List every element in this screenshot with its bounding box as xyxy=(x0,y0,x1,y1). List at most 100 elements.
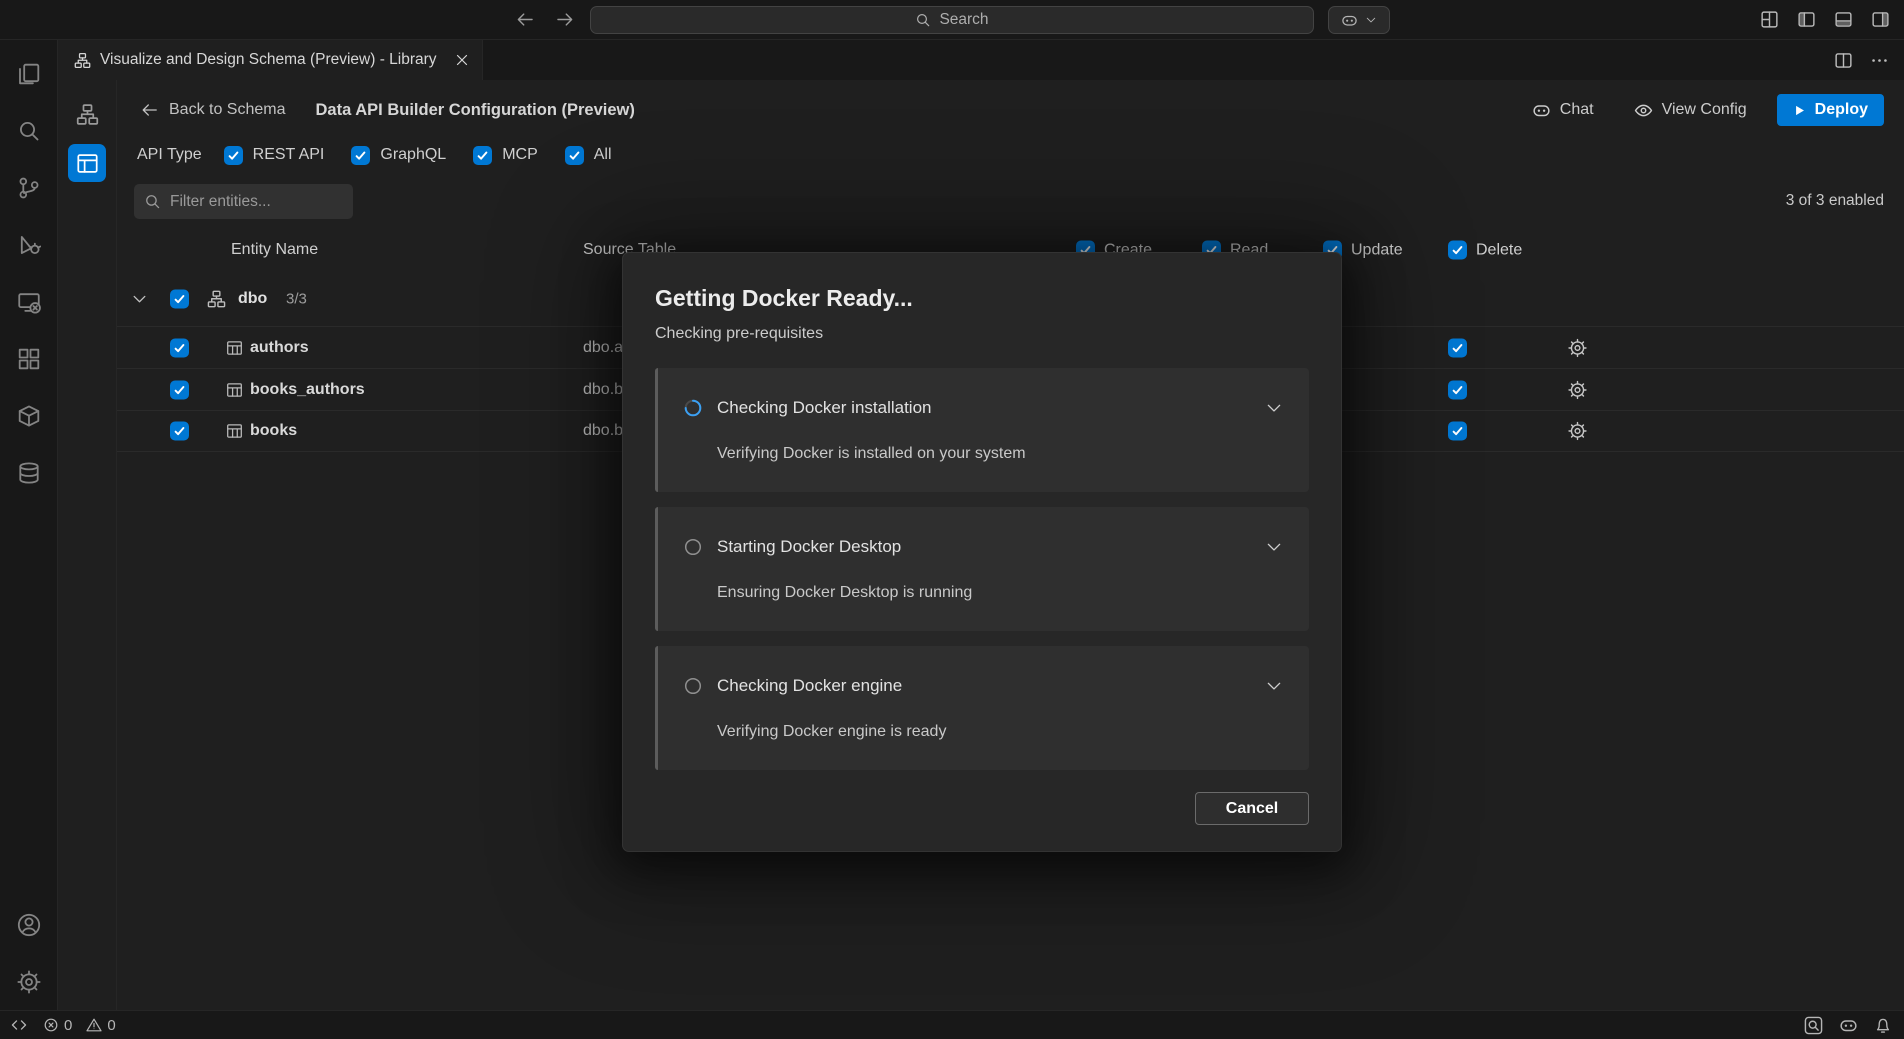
toggle-secondary-sidebar-button[interactable] xyxy=(1871,10,1890,29)
step-docker-desktop[interactable]: Starting Docker Desktop Ensuring Docker … xyxy=(655,507,1309,631)
customize-layout-button[interactable] xyxy=(1760,10,1779,29)
pending-circle-icon xyxy=(683,537,703,557)
editor-actions xyxy=(1834,40,1904,80)
table-icon-glyph xyxy=(226,339,243,356)
schema-diagram-tool[interactable] xyxy=(68,95,106,133)
docker-ready-dialog: Getting Docker Ready... Checking pre-req… xyxy=(622,252,1342,852)
account-icon xyxy=(17,913,41,937)
row-settings-button[interactable] xyxy=(1568,422,1587,441)
row-settings-button[interactable] xyxy=(1568,380,1587,399)
toggle-panel-button[interactable] xyxy=(1834,10,1853,29)
chevron-down-icon[interactable] xyxy=(1265,538,1283,556)
graphql-option[interactable]: GraphQL xyxy=(351,146,446,165)
run-debug-tab[interactable] xyxy=(0,216,58,273)
eye-icon xyxy=(1634,101,1653,120)
pending-circle-icon xyxy=(683,676,703,696)
rest-api-option[interactable]: REST API xyxy=(224,146,325,165)
deploy-button[interactable]: Deploy xyxy=(1777,94,1884,126)
designer-side-toolbar xyxy=(58,80,117,1010)
remote-explorer-tab[interactable] xyxy=(0,273,58,330)
remote-window-button[interactable] xyxy=(10,1016,28,1034)
group-count: 3/3 xyxy=(286,291,307,308)
delete-checkbox[interactable] xyxy=(1448,422,1467,441)
page-header: Back to Schema Data API Builder Configur… xyxy=(141,93,1884,127)
group-checkbox[interactable] xyxy=(170,290,189,309)
explorer-tab[interactable] xyxy=(0,45,58,102)
copilot-menu-button[interactable] xyxy=(1328,6,1390,34)
command-center-search[interactable]: Search xyxy=(590,6,1314,34)
database-tab[interactable] xyxy=(0,444,58,501)
entity-name: books xyxy=(250,422,297,440)
update-label: Update xyxy=(1351,241,1403,259)
step-docker-installation[interactable]: Checking Docker installation Verifying D… xyxy=(655,368,1309,492)
mcp-option[interactable]: MCP xyxy=(473,146,538,165)
deploy-label: Deploy xyxy=(1815,101,1868,119)
all-option[interactable]: All xyxy=(565,146,612,165)
chat-label: Chat xyxy=(1560,101,1594,119)
entity-name: books_authors xyxy=(250,381,365,399)
error-count: 0 xyxy=(64,1017,72,1034)
schema-diagram-icon xyxy=(76,103,99,126)
extensions-tab[interactable] xyxy=(0,330,58,387)
editor-tab-bar: Visualize and Design Schema (Preview) - … xyxy=(58,40,1904,80)
delete-checkbox[interactable] xyxy=(1448,380,1467,399)
col-delete: Delete xyxy=(1448,241,1522,260)
problems-indicator[interactable]: 0 0 xyxy=(43,1017,116,1034)
accounts-button[interactable] xyxy=(0,896,58,953)
split-editor-button[interactable] xyxy=(1834,51,1853,70)
search-placeholder: Search xyxy=(939,11,988,29)
chevron-down-icon xyxy=(131,291,148,308)
table-icon-glyph xyxy=(226,381,243,398)
dab-config-tool[interactable] xyxy=(68,144,106,182)
cancel-button[interactable]: Cancel xyxy=(1195,792,1309,825)
notifications-bell-icon[interactable] xyxy=(1874,1016,1892,1034)
error-icon xyxy=(43,1017,59,1033)
delete-all-checkbox[interactable] xyxy=(1448,241,1467,260)
chat-button[interactable]: Chat xyxy=(1532,101,1594,120)
filter-entities-input[interactable] xyxy=(134,184,353,219)
status-bar: 0 0 xyxy=(0,1010,1904,1039)
schema-icon xyxy=(207,290,226,309)
rest-api-checkbox[interactable] xyxy=(224,146,243,165)
activity-bar xyxy=(0,40,58,1010)
title-bar: Search xyxy=(0,0,1904,40)
layout-controls xyxy=(1760,0,1890,39)
step-docker-engine[interactable]: Checking Docker engine Verifying Docker … xyxy=(655,646,1309,770)
mcp-checkbox[interactable] xyxy=(473,146,492,165)
screen-zoom-icon[interactable] xyxy=(1804,1016,1823,1035)
row-checkbox[interactable] xyxy=(170,422,189,441)
close-tab-icon[interactable] xyxy=(454,52,470,68)
search-tab[interactable] xyxy=(0,102,58,159)
chevron-down-icon[interactable] xyxy=(1265,399,1283,417)
settings-button[interactable] xyxy=(0,953,58,1010)
forward-arrow-icon[interactable] xyxy=(555,10,574,29)
row-checkbox[interactable] xyxy=(170,380,189,399)
delete-checkbox[interactable] xyxy=(1448,338,1467,357)
tab-visualize-schema[interactable]: Visualize and Design Schema (Preview) - … xyxy=(58,40,483,80)
more-actions-button[interactable] xyxy=(1870,51,1889,70)
back-to-schema-link[interactable]: Back to Schema xyxy=(141,101,286,119)
chevron-down-icon[interactable] xyxy=(1265,677,1283,695)
gear-icon xyxy=(1568,380,1587,399)
schema-designer-icon xyxy=(74,52,91,69)
back-arrow-icon[interactable] xyxy=(516,10,535,29)
copilot-status-icon[interactable] xyxy=(1839,1016,1858,1035)
delete-label: Delete xyxy=(1476,241,1522,259)
collapse-group-chevron[interactable] xyxy=(131,291,148,308)
row-settings-button[interactable] xyxy=(1568,338,1587,357)
source-control-tab[interactable] xyxy=(0,159,58,216)
toggle-primary-sidebar-button[interactable] xyxy=(1797,10,1816,29)
warning-count: 0 xyxy=(107,1017,115,1034)
view-config-button[interactable]: View Config xyxy=(1634,101,1747,120)
mcp-label: MCP xyxy=(502,146,538,164)
remote-monitor-icon xyxy=(17,290,41,314)
containers-tab[interactable] xyxy=(0,387,58,444)
database-icon xyxy=(17,461,41,485)
remote-icon xyxy=(10,1016,28,1034)
all-checkbox[interactable] xyxy=(565,146,584,165)
dialog-subtitle: Checking pre-requisites xyxy=(655,325,1309,343)
play-icon xyxy=(1793,104,1806,117)
graphql-checkbox[interactable] xyxy=(351,146,370,165)
row-checkbox[interactable] xyxy=(170,338,189,357)
docker-steps: Checking Docker installation Verifying D… xyxy=(655,368,1309,770)
